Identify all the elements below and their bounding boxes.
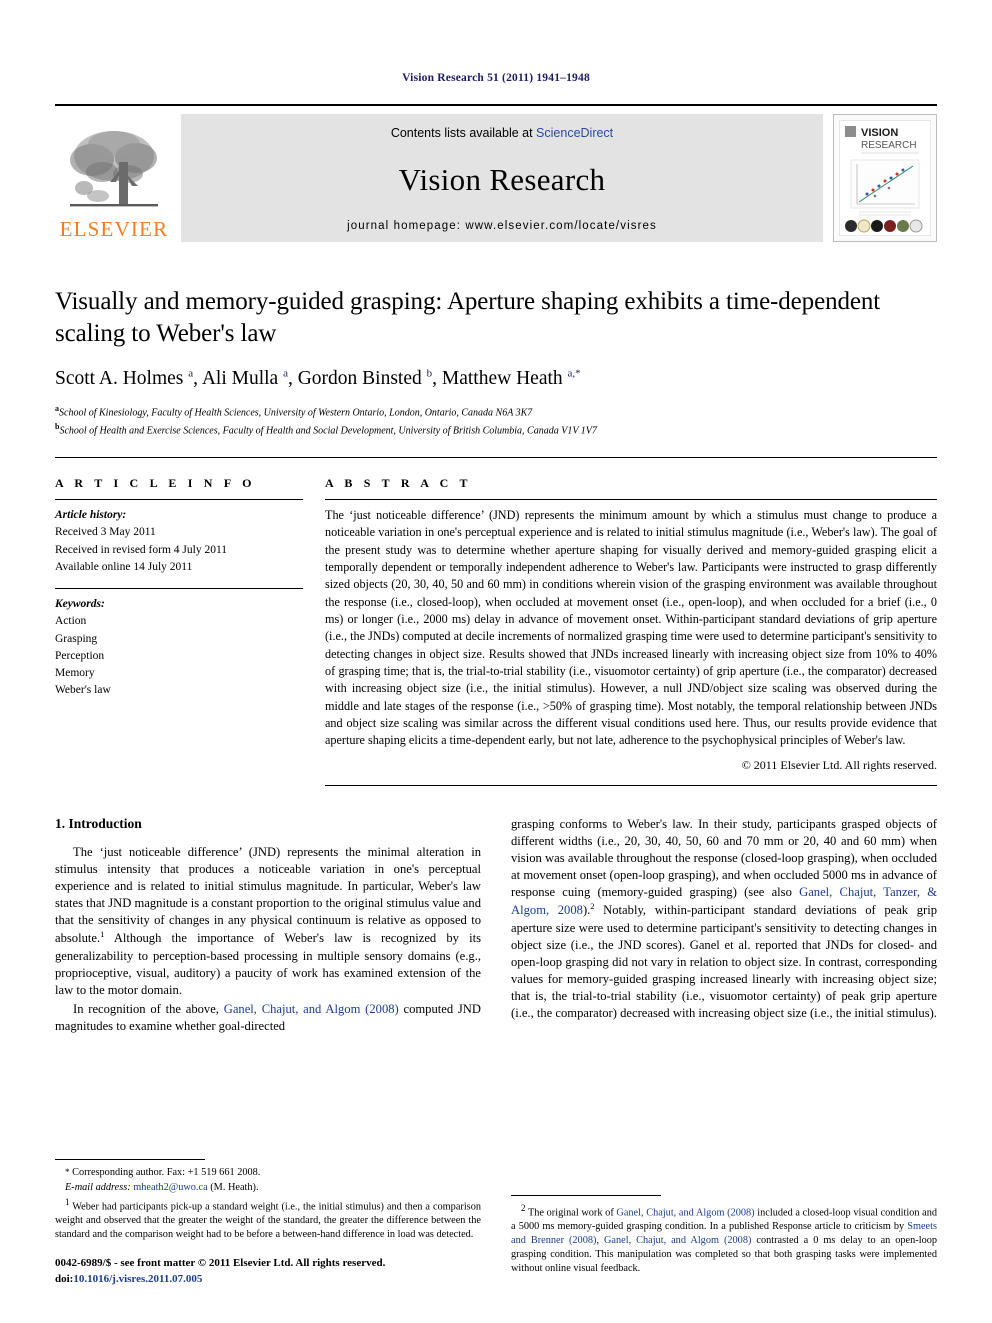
footnote-2-pre: The original work of: [527, 1207, 617, 1219]
footnote-citation-1[interactable]: Ganel, Chajut, and Algom (2008): [616, 1208, 754, 1219]
keywords-rule: [55, 588, 303, 589]
intro-paragraph-3: grasping conforms to Weber's law. In the…: [511, 816, 937, 1023]
abstract-bottom-rule: [325, 784, 937, 786]
keyword-memory: Memory: [55, 667, 95, 679]
corresponding-text: Corresponding author. Fax: +1 519 661 20…: [72, 1167, 261, 1179]
corresponding-marker: *: [65, 1167, 70, 1178]
intro-p3-post: Notably, within-participant standard dev…: [511, 903, 938, 1021]
journal-cover-thumbnail[interactable]: VISION RESEARCH: [833, 114, 937, 242]
footnote-rule-left: [55, 1159, 205, 1161]
email-owner: (M. Heath).: [210, 1182, 259, 1194]
footnote-citation-3[interactable]: Ganel, Chajut, and Algom (2008): [604, 1235, 751, 1246]
abstract-copyright: © 2011 Elsevier Ltd. All rights reserved…: [741, 757, 937, 772]
article-info-rule: [55, 499, 303, 500]
keyword-grasping: Grasping: [55, 632, 98, 645]
doi-label: doi:: [55, 1272, 74, 1285]
footnote-2-marker: 2: [521, 1203, 526, 1214]
author-list: Scott A. Holmes a, Ali Mulla a, Gordon B…: [55, 367, 581, 390]
body-column-left: 1. Introduction The ‘just noticeable dif…: [55, 816, 481, 1038]
abstract-heading: A B S T R A C T: [325, 476, 472, 490]
affiliation-a-text: School of Kinesiology, Faculty of Health…: [59, 407, 533, 419]
title-block: Visually and memory-guided grasping: Ape…: [55, 286, 937, 439]
article-info-column: A R T I C L E I N F O Article history: R…: [55, 476, 303, 786]
email-note: E-mail address: mheath2@uwo.ca (M. Heath…: [55, 1181, 481, 1195]
page-title: Visually and memory-guided grasping: Ape…: [55, 288, 881, 347]
journal-homepage-link[interactable]: journal homepage: www.elsevier.com/locat…: [347, 220, 657, 232]
footnote-2: 2 The original work of Ganel, Chajut, an…: [511, 1202, 937, 1276]
affiliation-a: aSchool of Kinesiology, Faculty of Healt…: [55, 403, 937, 421]
elsevier-logo: ELSEVIER: [55, 114, 173, 242]
svg-text:RESEARCH: RESEARCH: [861, 140, 917, 151]
sciencedirect-link[interactable]: ScienceDirect: [536, 126, 613, 140]
footnotes-left: * Corresponding author. Fax: +1 519 661 …: [55, 1159, 481, 1287]
elsevier-tree-icon: [70, 131, 158, 207]
intro-p1-post: Although the importance of Weber's law i…: [55, 931, 481, 997]
abstract-column: A B S T R A C T The ‘just noticeable dif…: [325, 476, 937, 786]
footnote-1: 1 Weber had participants pick-up a stand…: [55, 1196, 481, 1242]
contents-available-line: Contents lists available at ScienceDirec…: [391, 126, 613, 140]
doi-line: doi:10.1016/j.visres.2011.07.005: [55, 1272, 481, 1287]
abstract-text: The ‘just noticeable difference’ (JND) r…: [325, 508, 937, 748]
intro-paragraph-2: In recognition of the above, Ganel, Chaj…: [55, 1001, 481, 1035]
history-revised: Received in revised form 4 July 2011: [55, 543, 228, 556]
email-label: E-mail address:: [65, 1182, 131, 1194]
keyword-perception: Perception: [55, 649, 105, 662]
intro-p2-pre: In recognition of the above,: [73, 1001, 224, 1016]
contents-prefix: Contents lists available at: [390, 126, 537, 140]
keyword-webers-law: Weber's law: [55, 684, 111, 697]
email-link[interactable]: mheath2@uwo.ca: [133, 1182, 207, 1193]
journal-banner: ELSEVIER Contents lists available at Sci…: [55, 104, 937, 242]
info-abstract-section: A R T I C L E I N F O Article history: R…: [55, 457, 937, 786]
corresponding-author-note: * Corresponding author. Fax: +1 519 661 …: [55, 1166, 481, 1180]
article-info-heading: A R T I C L E I N F O: [55, 476, 256, 490]
footnotes-right: 2 The original work of Ganel, Chajut, an…: [511, 1195, 937, 1277]
cover-artwork: VISION RESEARCH: [839, 120, 931, 236]
running-head: Vision Research 51 (2011) 1941–1948: [402, 72, 590, 84]
affiliation-list: aSchool of Kinesiology, Faculty of Healt…: [55, 403, 937, 439]
abstract-rule: [325, 499, 937, 500]
citation-ganel-chajut-algom-2008[interactable]: Ganel, Chajut, and Algom (2008): [224, 1002, 399, 1016]
keywords-label: Keywords:: [55, 598, 105, 610]
intro-paragraph-1: The ‘just noticeable difference’ (JND) r…: [55, 844, 481, 999]
banner-center: Contents lists available at ScienceDirec…: [181, 114, 823, 242]
footnote-1-marker: 1: [65, 1197, 70, 1208]
elsevier-wordmark: ELSEVIER: [59, 217, 169, 241]
imprint-block: 0042-6989/$ - see front matter © 2011 El…: [55, 1256, 481, 1287]
footnote-2-mid2: ,: [596, 1235, 604, 1247]
doi-link[interactable]: 10.1016/j.visres.2011.07.005: [73, 1273, 202, 1285]
introduction-heading: 1. Introduction: [55, 815, 142, 831]
history-received: Received 3 May 2011: [55, 526, 156, 539]
journal-title: Vision Research: [398, 162, 606, 197]
affiliation-b: bSchool of Health and Exercise Sciences,…: [55, 421, 937, 439]
footnote-1-text: Weber had participants pick-up a standar…: [55, 1201, 481, 1241]
body-column-right: grasping conforms to Weber's law. In the…: [511, 816, 937, 1038]
footnote-rule-right: [511, 1195, 661, 1197]
body-columns: 1. Introduction The ‘just noticeable dif…: [55, 816, 937, 1038]
keyword-action: Action: [55, 615, 87, 628]
history-online: Available online 14 July 2011: [55, 560, 193, 573]
issn-line: 0042-6989/$ - see front matter © 2011 El…: [55, 1257, 386, 1270]
svg-text:VISION: VISION: [861, 127, 898, 139]
article-page: Vision Research 51 (2011) 1941–1948 ELSE…: [0, 0, 992, 1323]
affiliation-b-text: School of Health and Exercise Sciences, …: [59, 425, 597, 437]
article-history-label: Article history:: [55, 509, 127, 521]
